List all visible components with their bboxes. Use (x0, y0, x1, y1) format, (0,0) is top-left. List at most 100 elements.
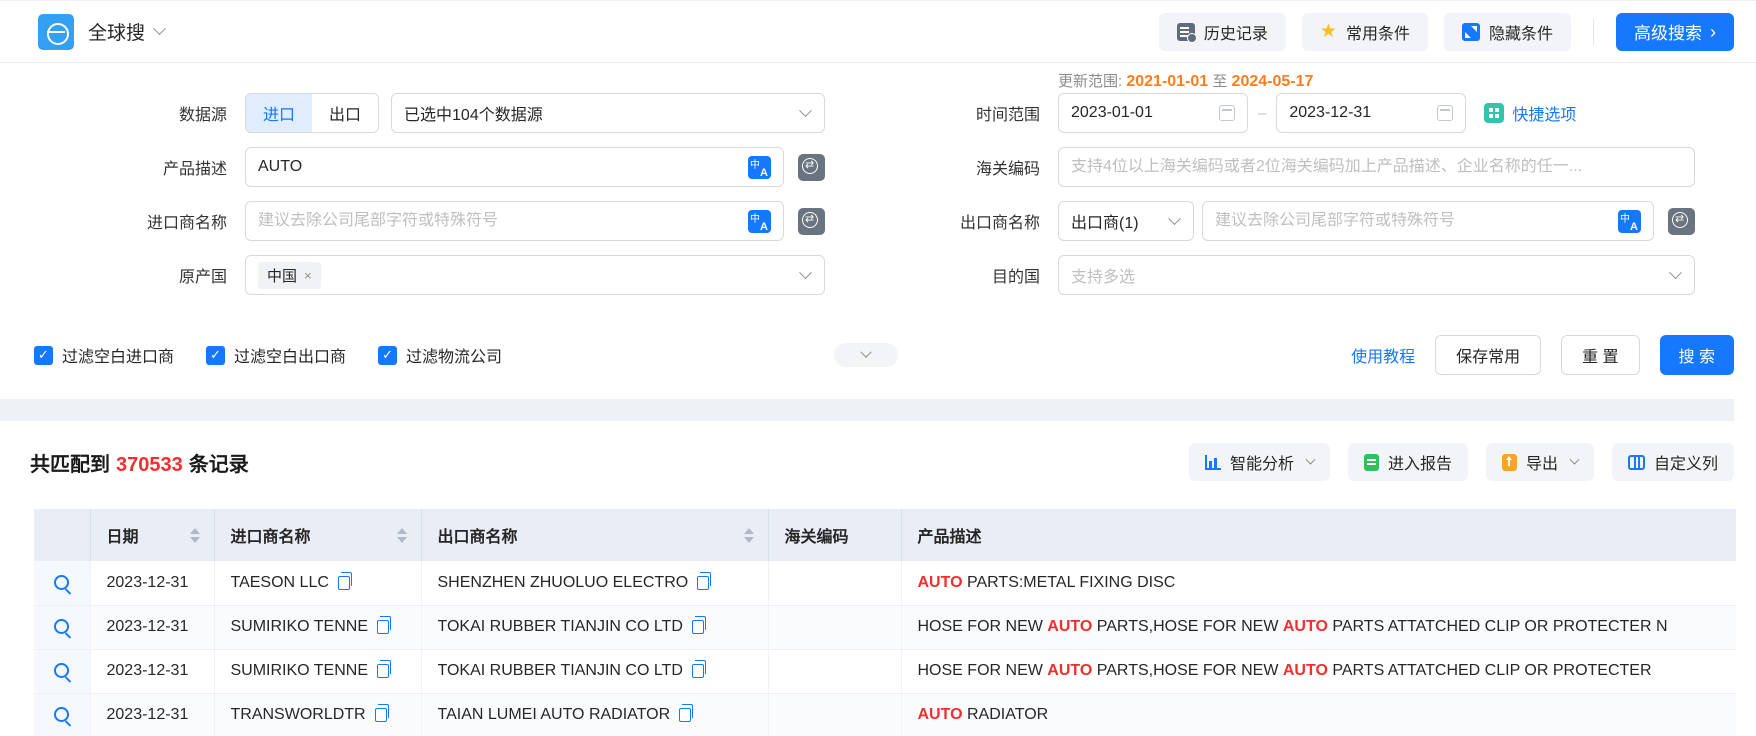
tutorial-link[interactable]: 使用教程 (1351, 343, 1415, 367)
importer-cell: TRANSWORLDTR (214, 693, 422, 736)
product-desc-cell: HOSE FOR NEW AUTO PARTS,HOSE FOR NEW AUT… (901, 649, 1736, 694)
toggle-import[interactable]: 进口 (246, 94, 313, 132)
history-button[interactable]: 历史记录 (1158, 12, 1286, 51)
top-bar: 全球搜 历史记录 ★ 常用条件 隐藏条件 高级搜索 › (0, 0, 1756, 63)
copy-icon[interactable] (691, 660, 706, 678)
table-row: 2023-12-31 SUMIRIKO TENNE TOKAI RUBBER TIA… (34, 605, 1736, 650)
copy-icon[interactable] (679, 704, 694, 722)
exporter-cell-content: TOKAI RUBBER TIANJIN CO LTD (438, 660, 758, 680)
country-tag: 中国 × (258, 261, 321, 289)
table-row: 2023-12-31 TRANSWORLDTR TAIAN LUMEI AUTO R… (34, 693, 1736, 736)
row-detail-cell (34, 649, 91, 694)
match-count: 共匹配到 370533 条记录 (30, 453, 249, 476)
smart-analysis-button[interactable]: 智能分析 (1188, 443, 1330, 481)
keyword-highlight: AUTO (1282, 618, 1328, 635)
arrow-right-icon: › (1710, 21, 1716, 42)
export-button[interactable]: 导出 (1485, 443, 1594, 481)
dest-country-select[interactable]: 支持多选 (1058, 255, 1695, 295)
date-cell: 2023-12-31 (90, 693, 215, 736)
exporter-cell: TAIAN LUMEI AUTO RADIATOR (421, 693, 769, 736)
chevron-down-icon[interactable] (153, 22, 166, 36)
date-cell: 2023-12-31 (90, 649, 215, 694)
sort-icon[interactable] (743, 527, 754, 543)
desc-text: PARTS ATTATCHED CLIP OR PROTECTER (1327, 662, 1652, 679)
magnifier-icon[interactable] (54, 707, 70, 723)
exporter-cell-content: SHENZHEN ZHUOLUO ELECTRO (438, 571, 758, 592)
dest-country-placeholder: 支持多选 (1071, 269, 1136, 286)
favorites-button[interactable]: ★ 常用条件 (1301, 12, 1428, 51)
importer-cell: SUMIRIKO TENNE (214, 649, 422, 694)
row-detail-cell (34, 693, 91, 736)
keyword-highlight: AUTO (917, 706, 963, 723)
save-conditions-button[interactable]: 保存常用 (1435, 335, 1542, 375)
update-range-start: 2021-01-01 (1126, 73, 1209, 90)
chevron-down-icon (1669, 266, 1682, 280)
advanced-search-button[interactable]: 高级搜索 › (1616, 12, 1734, 51)
date-end-input[interactable] (1289, 104, 1454, 122)
importer-input[interactable] (258, 212, 740, 230)
tag-close-icon[interactable]: × (304, 268, 312, 283)
toggle-export[interactable]: 出口 (312, 94, 379, 132)
fuzzy-match-icon[interactable] (1668, 207, 1695, 235)
exporter-type-value: 出口商(1) (1071, 215, 1139, 232)
copy-icon[interactable] (697, 571, 712, 590)
table-body: 2023-12-31 TAESON LLC SHENZHEN ZHUOLUO ELE… (34, 561, 1736, 736)
hide-conditions-button[interactable]: 隐藏条件 (1443, 12, 1571, 51)
chevron-down-icon (1569, 454, 1580, 465)
calendar-icon[interactable] (1437, 105, 1454, 121)
importer-cell-content: TAESON LLC (231, 571, 411, 592)
calendar-icon[interactable] (1219, 105, 1235, 121)
date-start-field (1058, 93, 1248, 133)
search-button[interactable]: 搜 索 (1659, 335, 1734, 375)
reset-button[interactable]: 重 置 (1561, 335, 1640, 375)
row-detail-cell (34, 561, 91, 606)
exporter-type-select[interactable]: 出口商(1) (1058, 201, 1194, 241)
checkbox-checked-icon: ✓ (34, 345, 53, 365)
origin-country-label: 原产国 (178, 269, 227, 286)
magnifier-icon[interactable] (54, 575, 70, 591)
product-desc-label: 产品描述 (162, 161, 227, 178)
desc-text: HOSE FOR NEW (917, 662, 1048, 679)
company-name: TOKAI RUBBER TIANJIN CO LTD (437, 618, 683, 635)
copy-icon[interactable] (337, 571, 352, 590)
enter-report-button[interactable]: 进入报告 (1347, 443, 1468, 481)
filter-row: ✓ 过滤空白进口商 ✓ 过滤空白出口商 ✓ 过滤物流公司 使用教程 保存常用 重… (0, 335, 1734, 375)
copy-icon[interactable] (377, 616, 391, 634)
product-desc-field (245, 147, 784, 187)
app-title: 全球搜 (88, 23, 146, 44)
copy-icon[interactable] (374, 704, 389, 722)
collapse-form-button[interactable] (834, 343, 899, 367)
data-source-select[interactable]: 已选中104个数据源 (391, 93, 825, 133)
sort-icon[interactable] (396, 527, 407, 543)
filter-blank-exporter-checkbox[interactable]: ✓ 过滤空白出口商 (206, 343, 346, 367)
custom-columns-button[interactable]: 自定义列 (1611, 443, 1734, 481)
hs-code-input[interactable] (1071, 158, 1682, 176)
magnifier-icon[interactable] (54, 619, 70, 635)
company-name: TRANSWORLDTR (230, 706, 366, 723)
hs-code-label: 海关编码 (975, 161, 1040, 178)
magnifier-icon[interactable] (54, 663, 70, 679)
translate-icon[interactable] (748, 209, 771, 233)
date-start-input[interactable] (1071, 104, 1235, 122)
section-divider (0, 399, 1734, 421)
fuzzy-match-icon[interactable] (798, 207, 825, 235)
fuzzy-match-icon[interactable] (798, 153, 825, 181)
table-row: 2023-12-31 TAESON LLC SHENZHEN ZHUOLUO ELE… (34, 561, 1736, 606)
quick-options-link[interactable]: 快捷选项 (1484, 101, 1576, 125)
exporter-input[interactable] (1215, 212, 1610, 230)
product-desc-input[interactable] (258, 158, 740, 176)
translate-icon[interactable] (1618, 209, 1641, 233)
hs-code-cell (768, 693, 902, 736)
origin-country-select[interactable]: 中国 × (245, 255, 825, 295)
sort-icon[interactable] (189, 527, 200, 543)
table-row: 2023-12-31 SUMIRIKO TENNE TOKAI RUBBER TIA… (34, 649, 1736, 694)
company-name: SUMIRIKO TENNE (230, 618, 369, 635)
filter-blank-importer-checkbox[interactable]: ✓ 过滤空白进口商 (34, 343, 174, 367)
dest-country-label: 目的国 (991, 269, 1040, 286)
translate-icon[interactable] (748, 155, 771, 179)
header-importer: 进口商名称 (214, 509, 422, 561)
keyword-highlight: AUTO (1047, 618, 1093, 635)
copy-icon[interactable] (377, 660, 391, 678)
filter-logistics-checkbox[interactable]: ✓ 过滤物流公司 (378, 343, 502, 367)
copy-icon[interactable] (691, 616, 706, 634)
